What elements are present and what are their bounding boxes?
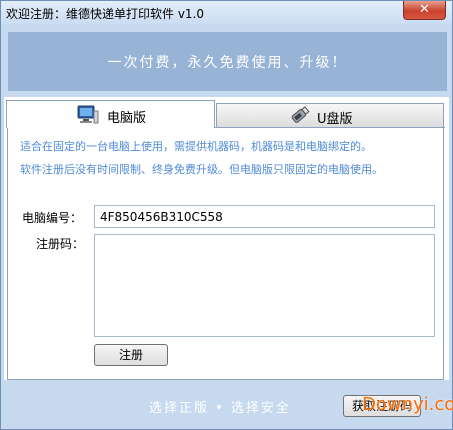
watermark: Downyi.com bbox=[362, 394, 453, 415]
registration-code-label: 注册码： bbox=[36, 237, 85, 251]
description-line-2: 软件注册后没有时间限制、终身免费升级。但电脑版只限固定的电脑使用。 bbox=[20, 163, 383, 176]
description-line-1: 适合在固定的一台电脑上使用，需提供机器码，机器码是和电脑绑定的。 bbox=[20, 140, 372, 153]
tab-usb-version[interactable]: U盘版 bbox=[216, 103, 444, 128]
close-button[interactable]: ✕ bbox=[403, 1, 446, 20]
tab-panel: 电脑版 U盘版 适合在固定的一台电脑上使用，需提供机器码，机器码是和电脑绑定的。… bbox=[4, 97, 449, 380]
computer-icon bbox=[77, 105, 99, 129]
machine-code-label: 电脑编号： bbox=[22, 211, 83, 225]
tab-usb-label: U盘版 bbox=[317, 112, 353, 127]
banner-text: 一次付费，永久免费使用、升级！ bbox=[107, 55, 348, 71]
registration-window: 欢迎注册：维德快递单打印软件 v1.0 ✕ 一次付费，永久免费使用、升级！ 电脑… bbox=[0, 0, 453, 430]
tab-content: 适合在固定的一台电脑上使用，需提供机器码，机器码是和电脑绑定的。 软件注册后没有… bbox=[7, 128, 444, 380]
tab-pc-label: 电脑版 bbox=[107, 111, 147, 126]
tab-pc-version[interactable]: 电脑版 bbox=[6, 100, 215, 128]
usb-drive-icon bbox=[289, 105, 311, 129]
machine-code-field[interactable]: 4F850456B310C558 bbox=[94, 205, 435, 228]
promo-banner: 一次付费，永久免费使用、升级！ bbox=[8, 32, 447, 91]
window-title: 欢迎注册：维德快递单打印软件 v1.0 bbox=[6, 7, 205, 21]
register-button[interactable]: 注册 bbox=[94, 344, 168, 366]
footer-slogan: 选择正版 • 选择安全 bbox=[149, 401, 291, 416]
registration-code-field[interactable] bbox=[94, 234, 435, 337]
close-icon: ✕ bbox=[419, 2, 430, 17]
title-bar[interactable]: 欢迎注册：维德快递单打印软件 v1.0 ✕ bbox=[1, 1, 452, 25]
